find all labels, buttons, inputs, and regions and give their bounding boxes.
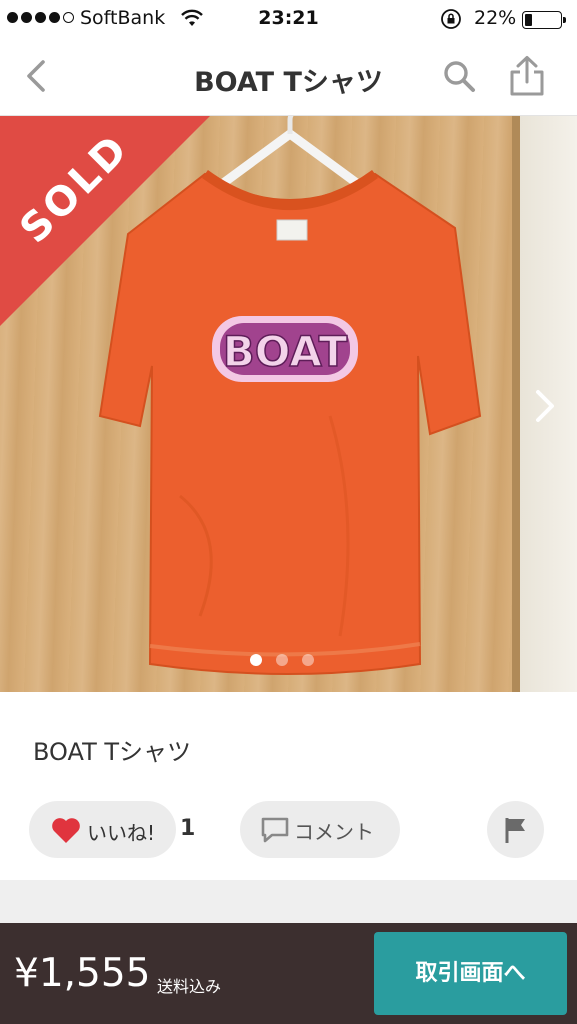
shirt-print-text: BOAT (223, 327, 348, 376)
like-label: いいね! (87, 821, 156, 845)
rotation-lock-icon (441, 9, 461, 29)
page-dot[interactable] (302, 654, 314, 666)
like-button[interactable]: いいね! (29, 801, 176, 858)
purchase-bar: ¥1,555 送料込み 取引画面へ (0, 923, 577, 1024)
shipping-note: 送料込み (157, 977, 222, 996)
comment-icon (261, 817, 289, 843)
trade-screen-button[interactable]: 取引画面へ (374, 932, 567, 1015)
heart-icon (52, 818, 80, 843)
photo-page-indicator[interactable] (250, 654, 314, 666)
nav-bar: BOAT Tシャツ (0, 40, 577, 116)
chevron-left-icon[interactable] (18, 56, 58, 96)
share-icon[interactable] (506, 54, 548, 98)
battery-level (525, 14, 533, 26)
section-divider (0, 880, 577, 923)
page-dot[interactable] (250, 654, 262, 666)
sold-banner: SOLD (0, 116, 210, 326)
battery-icon (522, 11, 566, 29)
flag-icon (505, 818, 525, 843)
search-icon[interactable] (440, 57, 480, 97)
status-bar: SoftBank 23:21 22% (0, 0, 577, 40)
comment-label: コメント (294, 820, 374, 844)
comment-button[interactable]: コメント (240, 801, 400, 858)
battery-percent: 22% (474, 7, 517, 29)
page-title: BOAT Tシャツ (194, 67, 383, 98)
chevron-right-icon[interactable] (528, 386, 564, 426)
report-button[interactable] (487, 801, 544, 858)
like-count: 1 (180, 816, 196, 841)
page-dot[interactable] (276, 654, 288, 666)
item-name: BOAT Tシャツ (33, 738, 192, 766)
item-photo[interactable]: BOAT SOLD (0, 116, 577, 692)
price: ¥1,555 (14, 951, 151, 996)
